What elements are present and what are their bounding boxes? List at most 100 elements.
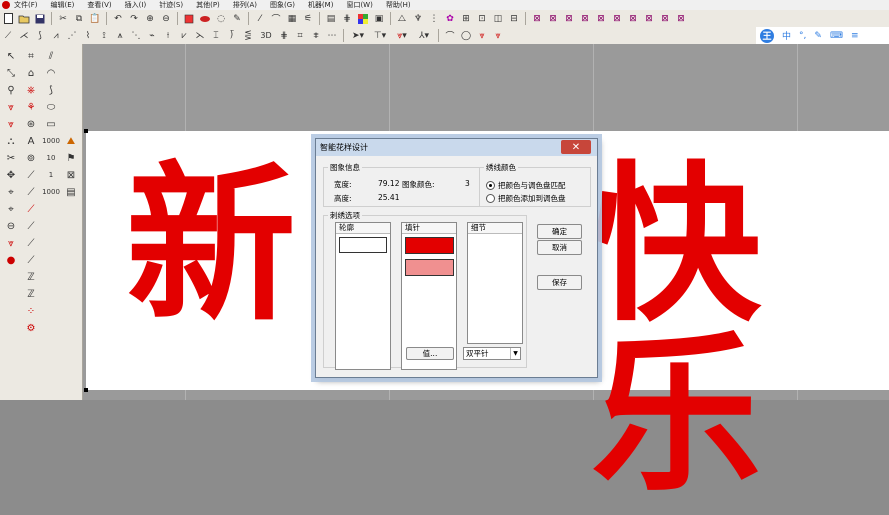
stitch-run-icon[interactable]: ⩔ ▾ bbox=[392, 29, 412, 42]
ime-mode-toggle[interactable]: 中 bbox=[782, 29, 791, 42]
dialog-titlebar[interactable]: 智能花样设计 ✕ bbox=[316, 139, 597, 156]
select-arrow-icon[interactable]: ↖ bbox=[2, 48, 20, 64]
stitch-count-10[interactable]: 10 bbox=[42, 150, 60, 166]
stitch-fill-icon[interactable]: ⅄▾ bbox=[414, 29, 434, 42]
stitch-icon[interactable]: ⚟ bbox=[301, 12, 315, 25]
applique-tool-icon[interactable]: ⛬ bbox=[2, 133, 20, 149]
needle-thread-icon[interactable]: ⩔ bbox=[2, 235, 20, 251]
outline-list[interactable]: 轮廓 bbox=[335, 222, 391, 370]
outline-swatch[interactable] bbox=[339, 237, 387, 253]
stitch-count-1000[interactable]: 1000 bbox=[42, 133, 60, 149]
menu-edit[interactable]: 编辑(E) bbox=[51, 0, 75, 10]
node-edit-icon[interactable]: ⌗ bbox=[22, 48, 40, 64]
pattern-icon-2[interactable]: ⊠ bbox=[546, 12, 560, 25]
print-icon[interactable]: ✂ bbox=[56, 12, 70, 25]
diagonal-stitch-icon[interactable]: ⟋ bbox=[22, 167, 40, 183]
frame-tool-icon[interactable]: ⊠ bbox=[62, 167, 80, 183]
paste-icon[interactable]: 📋 bbox=[88, 12, 102, 25]
running-stitch-icon[interactable]: ⚘ bbox=[22, 99, 40, 115]
measure-icon[interactable]: ▤ bbox=[324, 12, 338, 25]
stitch-tool-icon-10[interactable]: ⌁ bbox=[145, 29, 159, 42]
stitch-count-1000b[interactable]: 1000 bbox=[42, 184, 60, 200]
color-tool-icon[interactable]: ⛰ bbox=[62, 133, 80, 149]
ime-handwrite-icon[interactable]: ✎ bbox=[814, 31, 822, 41]
selection-handle[interactable] bbox=[84, 129, 88, 133]
spiral-tool-icon[interactable]: ⎈ bbox=[22, 82, 40, 98]
move-tool-icon[interactable]: ✥ bbox=[2, 167, 20, 183]
zoom-in-icon[interactable]: ⊕ bbox=[143, 12, 157, 25]
stitch-tool-icon-17[interactable]: ⋕ bbox=[277, 29, 291, 42]
freehand-tool-icon[interactable]: ⟆ bbox=[42, 82, 60, 98]
layers-icon[interactable]: ▣ bbox=[372, 12, 386, 25]
select-color-icon[interactable] bbox=[182, 12, 196, 25]
stitch-tool-icon-2[interactable]: ⋌ bbox=[17, 29, 31, 42]
menu-insert[interactable]: 插入(I) bbox=[125, 0, 147, 10]
menu-arrange[interactable]: 排列(A) bbox=[233, 0, 257, 10]
radio-dot[interactable] bbox=[486, 194, 495, 203]
stitch-type-select[interactable]: 双平针 ▼ bbox=[463, 347, 521, 360]
rectangle-tool-icon[interactable]: ▭ bbox=[42, 116, 60, 132]
pattern-icon-5[interactable]: ⊠ bbox=[594, 12, 608, 25]
stitch-tool-icon-6[interactable]: ⌇ bbox=[81, 29, 95, 42]
magic-wand-icon[interactable]: ⁄ bbox=[253, 12, 267, 25]
menu-view[interactable]: 查看(V) bbox=[87, 0, 111, 10]
wheel-stitch-icon[interactable]: ⚙ bbox=[22, 320, 40, 336]
stitch-icon-red-1[interactable]: ⩔ bbox=[475, 29, 489, 42]
menu-file[interactable]: 文件(F) bbox=[14, 0, 38, 10]
tool-icon-c[interactable]: ◫ bbox=[491, 12, 505, 25]
pattern-icon-10[interactable]: ⊠ bbox=[674, 12, 688, 25]
stitch-tool-icon-16[interactable]: ⋚ bbox=[241, 29, 255, 42]
menu-image[interactable]: 图象(G) bbox=[270, 0, 295, 10]
fill-swatch-pink[interactable] bbox=[405, 259, 454, 276]
scissors-tool-icon[interactable]: ✂ bbox=[2, 150, 20, 166]
detail-list[interactable]: 细节 bbox=[467, 222, 523, 344]
tool-icon-a[interactable]: ⊞ bbox=[459, 12, 473, 25]
mesh-icon[interactable]: ⋕ bbox=[340, 12, 354, 25]
stitch-tool-icon-15[interactable]: ⟌ bbox=[225, 29, 239, 42]
ellipse-icon[interactable]: ◯ bbox=[459, 29, 473, 42]
flower-icon[interactable]: ✿ bbox=[443, 12, 457, 25]
pattern-icon-1[interactable]: ⊠ bbox=[530, 12, 544, 25]
stitch-tool-icon-3[interactable]: ⟆ bbox=[33, 29, 47, 42]
diagonal-stitch-icon-6[interactable]: ⟋ bbox=[22, 252, 40, 268]
pattern-icon-7[interactable]: ⊠ bbox=[626, 12, 640, 25]
trim-tool-icon-2[interactable]: ⌖ bbox=[2, 201, 20, 217]
fill-swatch-red[interactable] bbox=[405, 237, 454, 254]
circle-stitch-icon[interactable]: ⊚ bbox=[22, 150, 40, 166]
ok-button[interactable]: 确定 bbox=[537, 224, 582, 239]
satin-tool-icon[interactable]: ⩔ bbox=[2, 116, 20, 132]
polygon-tool-icon[interactable]: ⌂ bbox=[22, 65, 40, 81]
stitch-tool-icon-20[interactable]: ⋯ bbox=[325, 29, 339, 42]
copy-icon[interactable]: ⧉ bbox=[72, 12, 86, 25]
menu-machine[interactable]: 机器(M) bbox=[308, 0, 334, 10]
ellipse-tool-icon[interactable]: ⬭ bbox=[42, 99, 60, 115]
arrow-select-icon[interactable]: ➤▾ bbox=[348, 29, 368, 42]
list-tool-icon[interactable]: ▤ bbox=[62, 184, 80, 200]
shape-icon[interactable]: ⌒ bbox=[269, 12, 283, 25]
trim-tool-icon[interactable]: ⌖ bbox=[2, 184, 20, 200]
ime-menu-icon[interactable]: ≡ bbox=[851, 31, 859, 41]
pattern-icon-8[interactable]: ⊠ bbox=[642, 12, 656, 25]
feather-icon[interactable]: ♆ bbox=[411, 12, 425, 25]
redo-icon[interactable]: ↷ bbox=[127, 12, 141, 25]
pattern-icon-3[interactable]: ⊠ bbox=[562, 12, 576, 25]
line-tool-icon[interactable]: ⫽ bbox=[42, 48, 60, 64]
match-palette-radio[interactable]: 把颜色与调色盘匹配 bbox=[486, 180, 566, 191]
stitch-tool-icon-14[interactable]: ⌶ bbox=[209, 29, 223, 42]
cancel-button[interactable]: 取消 bbox=[537, 240, 582, 255]
diagonal-stitch-icon-5[interactable]: ⟋ bbox=[22, 235, 40, 251]
reshape-icon[interactable]: ⤡ bbox=[2, 65, 20, 81]
view-3d-button[interactable]: 3D bbox=[257, 29, 275, 42]
stitch-tool-icon-12[interactable]: ⩗ bbox=[177, 29, 191, 42]
diagonal-stitch-icon-3[interactable]: ⟋ bbox=[22, 201, 40, 217]
curve-tool-icon[interactable]: ⊖ bbox=[2, 218, 20, 234]
figure-tool-icon[interactable]: ⚑ bbox=[62, 150, 80, 166]
stitch-tool-icon-9[interactable]: ⋱ bbox=[129, 29, 143, 42]
save-icon[interactable] bbox=[33, 12, 47, 25]
menu-window[interactable]: 窗口(W) bbox=[346, 0, 372, 10]
pen-icon[interactable]: ✎ bbox=[230, 12, 244, 25]
stitch-tool-icon-11[interactable]: ⟊ bbox=[161, 29, 175, 42]
open-file-icon[interactable] bbox=[17, 12, 31, 25]
menu-other[interactable]: 其他(P) bbox=[196, 0, 220, 10]
radio-dot[interactable] bbox=[486, 181, 495, 190]
